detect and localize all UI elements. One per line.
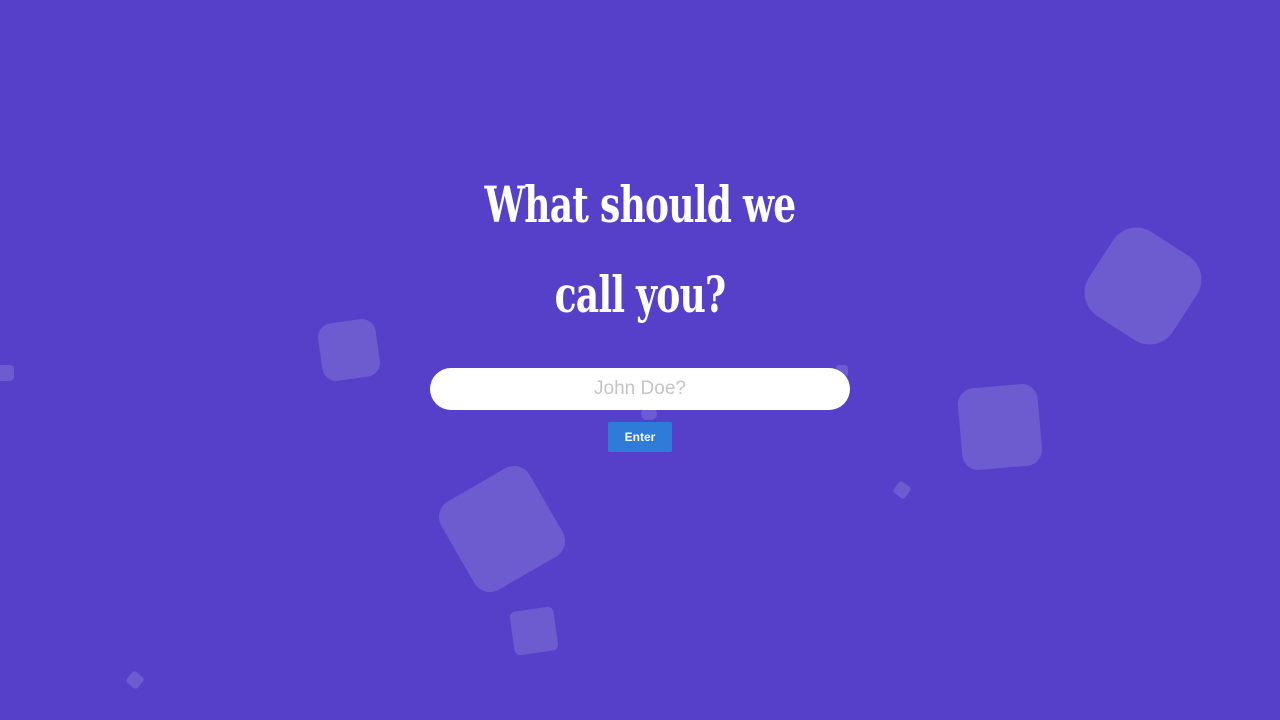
decorative-square [432,459,572,599]
decorative-square [892,480,912,500]
decorative-square [509,606,559,656]
prompt-title: What should we call you? [484,175,797,324]
name-input[interactable] [430,368,850,410]
enter-button[interactable]: Enter [608,422,672,452]
decorative-square [125,670,145,690]
name-prompt-form: What should we call you? Enter [0,160,1280,452]
